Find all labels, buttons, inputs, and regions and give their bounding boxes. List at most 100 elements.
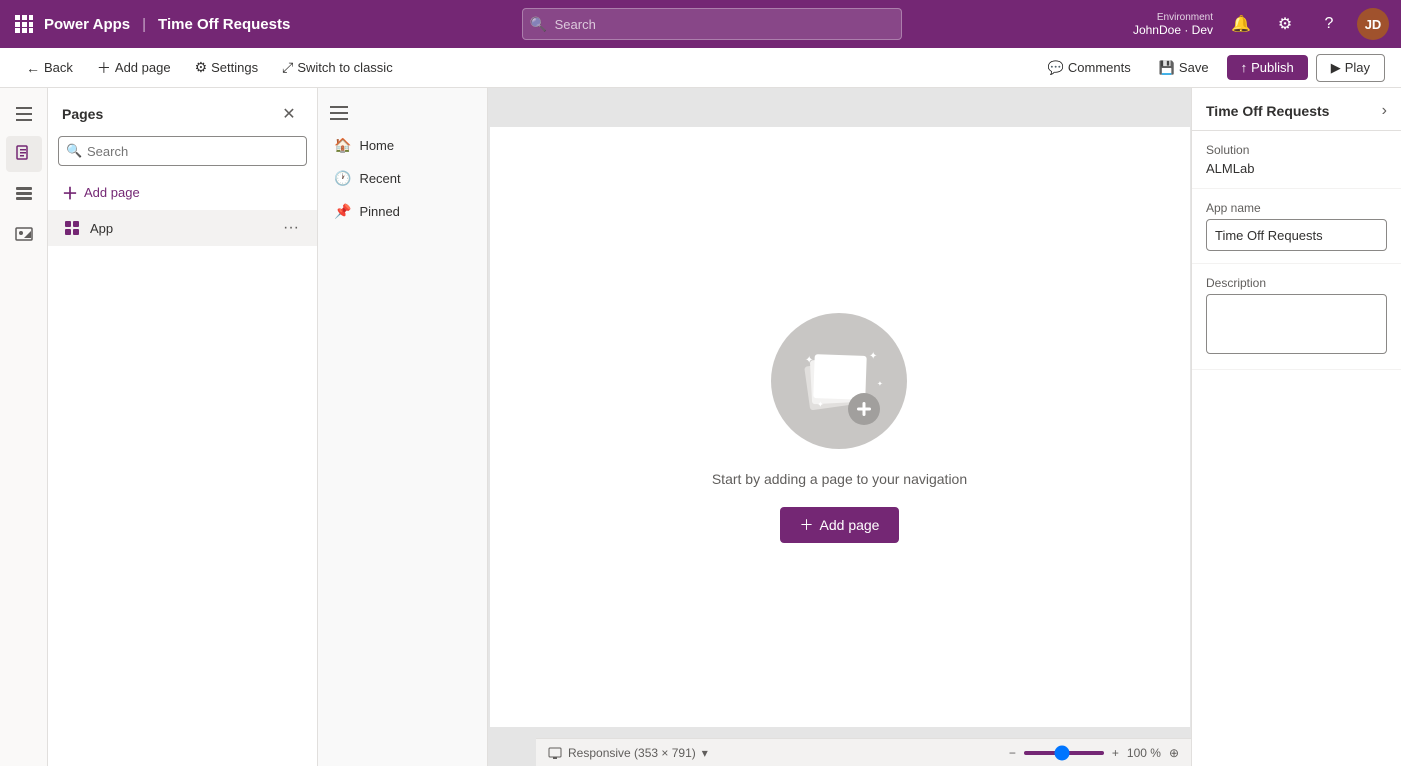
environment-label: Environment xyxy=(1157,12,1213,23)
nav-right: Environment JohnDoe · Dev 🔔 ⚙ ? JD xyxy=(1133,8,1389,40)
description-label: Description xyxy=(1206,276,1387,290)
page-item-app-label: App xyxy=(90,221,279,236)
pinned-icon: 📌 xyxy=(334,203,351,220)
search-box-icon: 🔍 xyxy=(66,143,82,159)
pages-panel: Pages ✕ 🔍 ＋ Add page App xyxy=(48,88,318,766)
search-input-top[interactable] xyxy=(522,8,902,40)
canvas-inner: ✦ ✦ ✦ ✦ Start by adding a page to your n… xyxy=(490,127,1190,727)
zoom-plus[interactable]: + xyxy=(1112,746,1119,760)
icon-sidebar xyxy=(0,88,48,766)
search-icon-top: 🔍 xyxy=(530,16,547,33)
recent-icon: 🕐 xyxy=(334,170,351,187)
switch-classic-button[interactable]: ⤢ Switch to classic xyxy=(272,55,403,80)
zoom-minus[interactable]: − xyxy=(1009,746,1016,760)
add-page-canvas-label: Add page xyxy=(820,517,880,533)
play-label: Play xyxy=(1345,60,1370,75)
sidebar-pages-icon[interactable] xyxy=(6,136,42,172)
switch-icon: ⤢ xyxy=(282,59,293,76)
nav-preview: 🏠 Home 🕐 Recent 📌 Pinned xyxy=(318,88,488,766)
right-panel-title: Time Off Requests xyxy=(1206,103,1329,119)
nav-item-pinned-label: Pinned xyxy=(359,204,399,219)
add-page-label: Add page xyxy=(115,60,171,75)
environment-info: Environment JohnDoe · Dev xyxy=(1133,12,1213,37)
pages-header: Pages ✕ xyxy=(48,88,317,136)
zoom-slider[interactable] xyxy=(1024,751,1104,755)
publish-icon: ↑ xyxy=(1241,60,1248,75)
app-name-input[interactable] xyxy=(1206,219,1387,251)
close-pages-button[interactable]: ✕ xyxy=(275,100,303,128)
environment-name: JohnDoe · Dev xyxy=(1133,23,1213,37)
status-bar: Responsive (353 × 791) ▾ − + 100 % ⊕ xyxy=(536,738,1191,766)
top-nav: Power Apps | Time Off Requests 🔍 Environ… xyxy=(0,0,1401,48)
brand-app-name: Time Off Requests xyxy=(158,16,290,33)
sidebar-media-icon[interactable] xyxy=(6,216,42,252)
notification-btn[interactable]: 🔔 xyxy=(1225,8,1257,40)
right-panel: Time Off Requests › Solution ALMLab App … xyxy=(1191,88,1401,766)
play-button[interactable]: ▶ Play xyxy=(1316,54,1385,82)
svg-text:✦: ✦ xyxy=(805,355,813,366)
add-icon: ＋ xyxy=(97,58,111,78)
comments-button[interactable]: 💬 Comments xyxy=(1038,55,1141,81)
toolbar: ← Back ＋ Add page ⚙ Settings ⤢ Switch to… xyxy=(0,48,1401,88)
search-box: 🔍 xyxy=(58,136,307,166)
empty-state-text: Start by adding a page to your navigatio… xyxy=(712,471,967,487)
publish-button[interactable]: ↑ Publish xyxy=(1227,55,1308,80)
save-button[interactable]: 💾 Save xyxy=(1149,55,1219,81)
nav-item-recent[interactable]: 🕐 Recent xyxy=(318,162,487,195)
switch-classic-label: Switch to classic xyxy=(297,60,392,75)
right-panel-expand-icon[interactable]: › xyxy=(1382,102,1387,120)
nav-item-home[interactable]: 🏠 Home xyxy=(318,129,487,162)
sidebar-data-icon[interactable] xyxy=(6,176,42,212)
settings-icon: ⚙ xyxy=(195,59,208,76)
comment-icon: 💬 xyxy=(1048,60,1064,76)
add-page-button[interactable]: ＋ Add page xyxy=(87,54,181,82)
description-section: Description xyxy=(1192,264,1401,370)
add-page-panel-button[interactable]: ＋ Add page xyxy=(48,174,317,210)
fit-icon[interactable]: ⊕ xyxy=(1169,746,1179,760)
help-btn[interactable]: ? xyxy=(1313,8,1345,40)
responsive-chevron: ▾ xyxy=(702,746,708,760)
save-label: Save xyxy=(1179,60,1209,75)
empty-state: ✦ ✦ ✦ ✦ Start by adding a page to your n… xyxy=(712,311,967,543)
sidebar-nav-icon[interactable] xyxy=(6,96,42,132)
pages-search-input[interactable] xyxy=(58,136,307,166)
nav-item-recent-label: Recent xyxy=(359,171,400,186)
settings-button[interactable]: ⚙ Settings xyxy=(185,55,269,80)
back-button[interactable]: ← Back xyxy=(16,56,83,80)
right-panel-header: Time Off Requests › xyxy=(1192,88,1401,131)
status-bar-right: − + 100 % ⊕ xyxy=(1009,746,1179,760)
settings-label: Settings xyxy=(211,60,258,75)
add-page-panel-label: Add page xyxy=(84,185,140,200)
brand-power-apps: Power Apps xyxy=(44,16,130,33)
pages-title: Pages xyxy=(62,106,103,122)
nav-item-pinned[interactable]: 📌 Pinned xyxy=(318,195,487,228)
home-icon: 🏠 xyxy=(334,137,351,154)
waffle-icon[interactable] xyxy=(12,12,36,36)
page-item-app[interactable]: App ··· xyxy=(48,210,317,246)
pages-list: App ··· xyxy=(48,210,317,766)
settings-icon-btn[interactable]: ⚙ xyxy=(1269,8,1301,40)
play-icon: ▶ xyxy=(1331,60,1341,76)
svg-text:✦: ✦ xyxy=(869,351,877,362)
nav-hamburger-icon[interactable] xyxy=(318,100,487,129)
canvas-area: ✦ ✦ ✦ ✦ Start by adding a page to your n… xyxy=(488,88,1191,766)
comments-label: Comments xyxy=(1068,60,1131,75)
add-page-canvas-icon: ＋ xyxy=(800,515,814,535)
brand-separator: | xyxy=(142,16,146,33)
svg-text:✦: ✦ xyxy=(877,380,883,388)
page-item-app-more[interactable]: ··· xyxy=(279,216,303,240)
app-name-section: App name xyxy=(1192,189,1401,264)
search-bar-top: 🔍 xyxy=(298,8,1125,40)
page-item-app-icon xyxy=(62,218,82,238)
responsive-icon xyxy=(548,746,562,760)
add-icon-panel: ＋ xyxy=(62,180,78,204)
main-layout: Pages ✕ 🔍 ＋ Add page App xyxy=(0,88,1401,766)
status-bar-left: Responsive (353 × 791) ▾ xyxy=(548,746,708,760)
nav-item-home-label: Home xyxy=(359,138,394,153)
description-textarea[interactable] xyxy=(1206,294,1387,354)
add-page-canvas-button[interactable]: ＋ Add page xyxy=(780,507,900,543)
avatar[interactable]: JD xyxy=(1357,8,1389,40)
svg-text:✦: ✦ xyxy=(817,400,824,409)
nav-left: Power Apps | Time Off Requests xyxy=(12,12,290,36)
publish-label: Publish xyxy=(1251,60,1294,75)
